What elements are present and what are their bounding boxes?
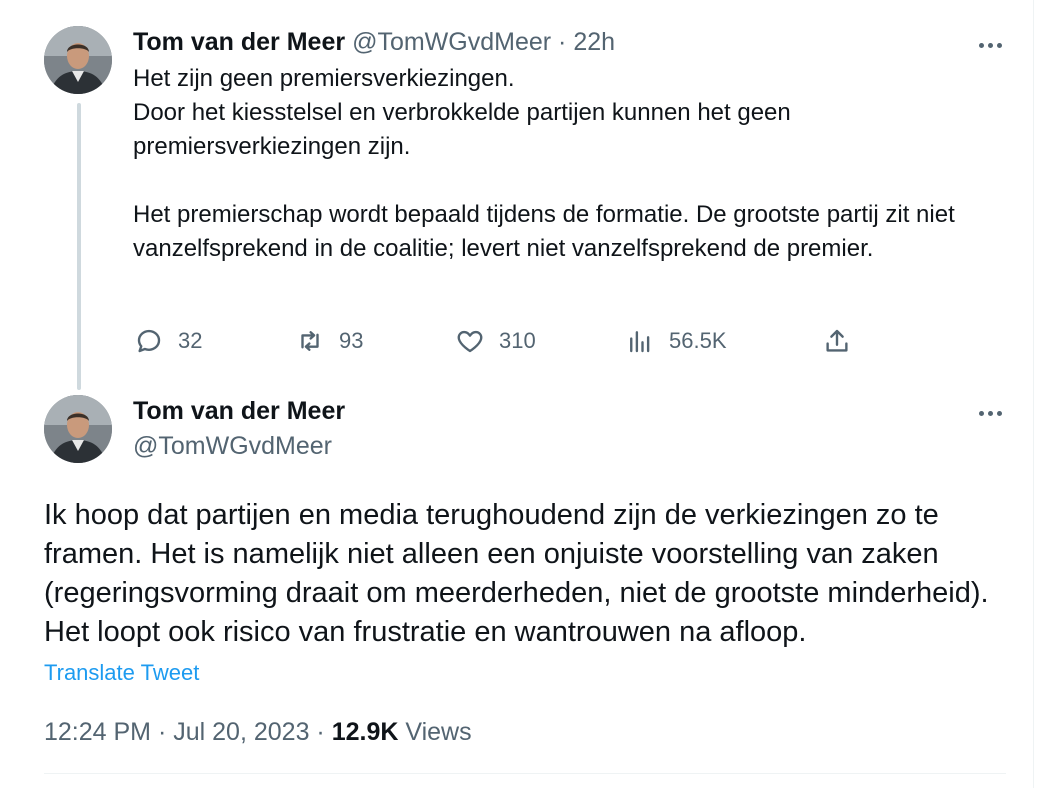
tweet-metadata: 12:24 PM · Jul 20, 2023 · 12.9K Views	[44, 715, 472, 749]
meta-separator: ·	[157, 718, 167, 746]
retweet-button[interactable]: 93	[295, 322, 363, 360]
views-button[interactable]: 56.5K	[625, 322, 727, 360]
divider	[44, 773, 1006, 774]
views-bar-chart-icon	[630, 331, 650, 353]
reply-count: 32	[178, 328, 203, 353]
meta-separator: ·	[316, 718, 325, 746]
author-avatar[interactable]	[44, 26, 112, 94]
tweet-text: Het zijn geen premiersverkiezingen. Door…	[133, 62, 1003, 266]
views-count: 56.5K	[669, 328, 727, 353]
share-icon	[826, 329, 848, 352]
translate-tweet-link[interactable]: Translate Tweet	[44, 658, 199, 688]
avatar-photo-icon	[44, 26, 112, 94]
more-dot-icon	[978, 410, 984, 416]
tweet-text: Ik hoop dat partijen en media terughoude…	[44, 499, 989, 648]
tweet-line: Het premierschap wordt bepaald tijdens d…	[133, 201, 955, 262]
views-count: 12.9K	[331, 718, 399, 746]
tweet-line: Door het kiesstelsel en verbrokkelde par…	[133, 99, 791, 160]
retweet-count: 93	[339, 328, 364, 353]
thread-connector-line	[77, 103, 81, 390]
reply-icon	[137, 329, 161, 353]
share-button[interactable]	[822, 322, 852, 360]
author-avatar[interactable]	[44, 395, 112, 463]
more-dot-icon	[987, 410, 993, 416]
retweet-icon	[301, 331, 319, 351]
heart-icon	[457, 330, 483, 353]
author-handle[interactable]: @TomWGvdMeer	[352, 28, 551, 56]
author-name[interactable]: Tom van der Meer	[133, 395, 345, 427]
like-button[interactable]: 310	[455, 322, 536, 360]
avatar-photo-icon	[44, 395, 112, 463]
more-dot-icon	[996, 42, 1002, 48]
like-count: 310	[499, 328, 536, 353]
tweet-actions-bar: 32 93 310 56.5K	[130, 322, 860, 360]
author-handle[interactable]: @TomWGvdMeer	[133, 430, 332, 462]
tweet-line: Het zijn geen premiersverkiezingen.	[133, 65, 515, 92]
reply-button[interactable]: 32	[134, 322, 202, 360]
more-dot-icon	[987, 42, 993, 48]
more-options-button[interactable]	[970, 30, 1010, 60]
tweet-time[interactable]: 12:24 PM	[44, 718, 151, 746]
header-separator: ·	[558, 28, 567, 56]
author-name[interactable]: Tom van der Meer	[133, 28, 345, 56]
more-dot-icon	[978, 42, 984, 48]
timeline-border	[1033, 0, 1034, 788]
more-dot-icon	[996, 410, 1002, 416]
tweet-date[interactable]: Jul 20, 2023	[173, 718, 309, 746]
tweet-header: Tom van der Meer @TomWGvdMeer · 22h	[133, 26, 615, 58]
tweet-time-ago[interactable]: 22h	[573, 28, 615, 56]
views-label: Views	[405, 718, 472, 746]
more-options-button[interactable]	[970, 398, 1010, 428]
